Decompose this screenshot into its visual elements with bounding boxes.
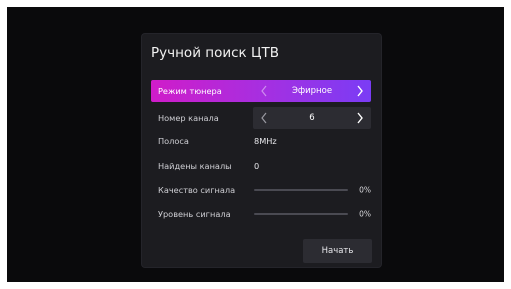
dialog-title: Ручной поиск ЦТВ [151,45,279,61]
band-row: Полоса 8MHz [151,130,371,152]
tuner-mode-row[interactable]: Режим тюнера Эфирное [151,80,371,102]
tuner-mode-label: Режим тюнера [158,86,222,96]
channel-number-selector[interactable]: 6 [253,107,371,129]
found-channels-label: Найдены каналы [158,161,232,171]
band-label: Полоса [158,136,189,146]
signal-quality-percent: 0% [359,185,371,195]
signal-level-label: Уровень сигнала [158,209,231,219]
found-channels-value: 0 [254,161,260,171]
found-channels-row: Найдены каналы 0 [151,155,371,177]
signal-quality-bar [254,189,348,191]
chevron-right-icon[interactable] [353,84,367,98]
manual-search-dialog: Ручной поиск ЦТВ Режим тюнера Эфирное Но… [142,34,381,267]
signal-level-row: Уровень сигнала 0% [151,203,371,225]
signal-level-bar [254,213,348,215]
tuner-mode-selector[interactable]: Эфирное [253,80,371,102]
signal-quality-label: Качество сигнала [158,185,236,195]
start-button[interactable]: Начать [303,239,372,263]
signal-level-percent: 0% [359,209,371,219]
signal-quality-row: Качество сигнала 0% [151,179,371,201]
chevron-right-icon[interactable] [353,111,367,125]
channel-number-row[interactable]: Номер канала 6 [151,107,371,129]
band-value: 8MHz [254,136,277,146]
tv-screen: Ручной поиск ЦТВ Режим тюнера Эфирное Но… [7,7,504,282]
channel-number-label: Номер канала [158,113,219,123]
